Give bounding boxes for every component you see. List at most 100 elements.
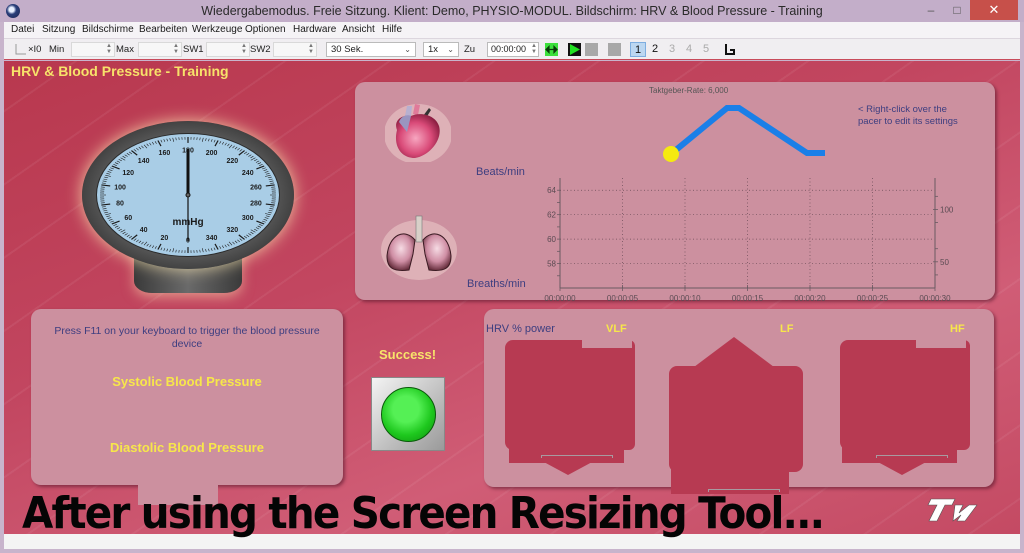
gauge-tick: [107, 217, 112, 219]
gauge-tick: [163, 248, 166, 251]
speed-select[interactable]: 1x ⌄: [423, 42, 459, 57]
bp-instruction: Press F11 on your keyboard to trigger th…: [54, 325, 320, 350]
caption-overlay: After using the Screen Resizing Tool...: [22, 488, 825, 539]
breathing-pacer[interactable]: [655, 94, 835, 164]
gauge-tick-label: 280: [250, 200, 262, 207]
gauge-tick: [101, 184, 111, 187]
chevron-down-icon: ⌄: [447, 45, 454, 54]
gauge-tick: [214, 140, 219, 147]
play-icon[interactable]: [568, 43, 581, 56]
min-input[interactable]: ▲ ▼: [71, 42, 115, 57]
layout-icon[interactable]: [723, 43, 736, 56]
heart-rate-chart: 58 60 62 64 50 100 00:00:00 00:00:05 00:00:10 00:…: [544, 178, 954, 303]
spinner-arrows-icon[interactable]: ▲ ▼: [240, 43, 248, 55]
vlf-bar-notch: [582, 336, 632, 348]
menu-ansicht[interactable]: Ansicht: [342, 24, 375, 35]
gauge-tick-label: 340: [206, 235, 218, 242]
spinner-arrows-icon[interactable]: ▲ ▼: [531, 43, 537, 55]
gauge-tick: [228, 144, 233, 149]
gauge-tick: [199, 249, 201, 253]
gauge-tick: [102, 208, 107, 210]
status-indicator-button[interactable]: [371, 377, 445, 451]
gauge-tick: [160, 139, 163, 143]
gauge-tick: [263, 218, 268, 221]
biofeedback-screen: HRV & Blood Pressure - Training 02040608…: [4, 61, 1020, 534]
goto-label: Zu: [464, 44, 476, 55]
menu-sitzung[interactable]: Sitzung: [42, 24, 75, 35]
sw2-input[interactable]: ▲ ▼: [273, 42, 317, 57]
gauge-tick: [141, 145, 144, 149]
gauge-tick: [136, 147, 139, 151]
vitals-panel: Beats/min Breaths/min Taktgeber-Rate: 6,…: [355, 82, 995, 303]
gauge-tick: [270, 206, 275, 208]
spinner-arrows-icon[interactable]: ▲ ▼: [172, 43, 180, 55]
gauge-tick: [239, 149, 243, 152]
gauge-tick: [213, 139, 216, 143]
gauge-tick: [254, 159, 258, 162]
goto-time-input[interactable]: 00:00:00 ▲ ▼: [487, 42, 539, 57]
title-bar: Wiedergabemodus. Freie Sitzung. Klient: …: [0, 0, 1024, 22]
gauge-tick: [169, 249, 171, 252]
gauge-tick: [265, 172, 270, 175]
diastolic-label: Diastolic Blood Pressure: [110, 440, 264, 455]
page-button-1[interactable]: 1: [630, 42, 646, 57]
gauge-tick: [264, 171, 269, 173]
stop-icon[interactable]: [585, 43, 598, 56]
menu-datei[interactable]: Datei: [11, 24, 34, 35]
axis-icon[interactable]: [14, 43, 27, 56]
scale-label[interactable]: ×I0: [28, 44, 41, 55]
vlf-bar-body: [509, 351, 624, 463]
gauge-tick: [136, 239, 139, 243]
menu-optionen[interactable]: Optionen: [245, 24, 286, 35]
menu-werkzeuge[interactable]: Werkzeuge: [192, 24, 242, 35]
lf-label: LF: [780, 323, 794, 335]
gauge-tick: [265, 184, 275, 187]
pacer-ball: [663, 146, 679, 162]
maximize-button[interactable]: □: [944, 0, 970, 20]
gauge-tick: [267, 176, 272, 179]
minimize-button[interactable]: –: [918, 0, 944, 20]
sw2-label: SW2: [250, 44, 271, 55]
gauge-tick-label: 260: [250, 185, 262, 192]
gauge-tick-label: 40: [140, 227, 148, 234]
gauge-tick: [227, 143, 230, 147]
close-button[interactable]: ✕: [970, 0, 1018, 20]
timespan-select[interactable]: 30 Sek. ⌄: [326, 42, 416, 57]
gauge-tick-label: 160: [159, 150, 171, 157]
gauge-tick: [259, 224, 263, 227]
gauge-tick-label: 220: [227, 158, 239, 165]
sync-icon[interactable]: [545, 43, 558, 56]
spinner-arrows-icon[interactable]: ▲ ▼: [105, 43, 113, 55]
page-button-5[interactable]: 5: [698, 42, 714, 57]
beats-label: Beats/min: [476, 166, 525, 178]
gauge-tick: [264, 217, 269, 219]
menu-hardware[interactable]: Hardware: [293, 24, 336, 35]
page-label: 4: [685, 43, 693, 55]
gauge-tick: [116, 160, 121, 163]
page-button-2[interactable]: 2: [647, 42, 663, 57]
gauge-tick: [113, 224, 117, 227]
gauge-tick-label: 80: [116, 200, 124, 207]
page-button-4[interactable]: 4: [681, 42, 697, 57]
gauge-tick: [221, 245, 225, 249]
menu-bearbeiten[interactable]: Bearbeiten: [139, 24, 187, 35]
menu-bildschirme[interactable]: Bildschirme: [82, 24, 134, 35]
gauge-tick: [264, 174, 271, 177]
gauge-tick: [101, 206, 106, 208]
gauge-tick: [234, 240, 238, 244]
menu-bar: Datei Sitzung Bildschirme Bearbeiten Wer…: [4, 22, 1020, 39]
menu-hilfe[interactable]: Hilfe: [382, 24, 402, 35]
sw1-input[interactable]: ▲ ▼: [206, 42, 250, 57]
gauge-tick: [105, 213, 112, 216]
systolic-label: Systolic Blood Pressure: [112, 374, 262, 389]
gauge-tick: [105, 174, 112, 177]
gauge-tick: [143, 241, 148, 246]
gauge-tick: [102, 180, 107, 182]
gauge-tick: [114, 225, 119, 228]
record-icon[interactable]: [608, 43, 621, 56]
gauge-tick: [262, 220, 266, 223]
gauge-tick: [146, 243, 149, 247]
page-button-3[interactable]: 3: [664, 42, 680, 57]
spinner-arrows-icon[interactable]: ▲ ▼: [307, 43, 315, 55]
max-input[interactable]: ▲ ▼: [138, 42, 182, 57]
